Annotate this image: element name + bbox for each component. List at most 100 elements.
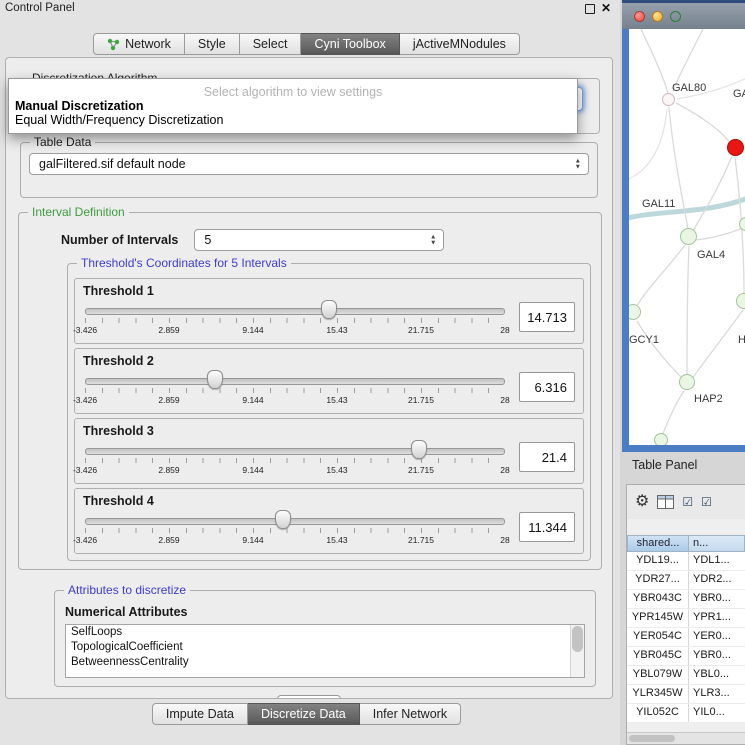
network-node[interactable]	[727, 139, 744, 156]
dropdown-option-equal-width-frequency[interactable]: Equal Width/Frequency Discretization	[9, 113, 577, 127]
tab-label: jActiveMNodules	[413, 34, 506, 55]
tick-label: 21.715	[408, 325, 434, 335]
threshold-1-panel: Threshold 1 -3.4262.8599.14415.4321.7152…	[74, 278, 584, 344]
tab-cyni-toolbox[interactable]: Cyni Toolbox	[301, 33, 399, 55]
tick-label: 2.859	[158, 395, 179, 405]
apply-button[interactable]: Apply	[277, 695, 341, 699]
tab-network[interactable]: Network	[93, 33, 185, 55]
threshold-3-value-input[interactable]	[519, 442, 575, 472]
tab-jactivemnodules[interactable]: jActiveMNodules	[400, 33, 520, 55]
table-row[interactable]: YER054CYER0...	[627, 628, 745, 647]
columns-icon[interactable]	[657, 495, 674, 509]
threshold-label: Threshold 3	[83, 424, 575, 438]
network-canvas[interactable]: GAL80GAGAL11GAL4GCY1HHAP2	[629, 29, 745, 445]
tick-label: -3.426	[73, 465, 97, 475]
group-title: Interval Definition	[28, 206, 129, 219]
network-node[interactable]	[736, 293, 745, 309]
slider-track[interactable]	[85, 378, 505, 385]
tab-select[interactable]: Select	[240, 33, 302, 55]
table-cell: YER0...	[689, 628, 745, 646]
number-of-intervals-row: Number of Intervals 5 ▲▼	[27, 229, 593, 251]
slider-thumb[interactable]	[275, 510, 291, 529]
tick-label: 15.43	[326, 395, 347, 405]
table-toolbar: ⚙ ☑ ☑	[627, 485, 745, 519]
scrollbar-thumb[interactable]	[572, 626, 583, 652]
control-panel-titlebar: Control Panel ✕	[0, 0, 618, 18]
tab-label: Cyni Toolbox	[314, 34, 385, 55]
close-icon[interactable]: ✕	[601, 1, 611, 15]
gear-icon[interactable]: ⚙	[635, 494, 649, 510]
threshold-2-slider[interactable]: -3.4262.8599.14415.4321.71528	[83, 369, 507, 409]
table-cell: YBL0...	[689, 666, 745, 684]
vertical-scrollbar[interactable]	[570, 625, 584, 677]
threshold-3-slider[interactable]: -3.4262.8599.14415.4321.71528	[83, 439, 507, 479]
network-node[interactable]	[680, 228, 697, 245]
minimize-traffic-light-icon[interactable]	[652, 11, 663, 22]
slider-track[interactable]	[85, 518, 505, 525]
slider-thumb[interactable]	[321, 300, 337, 319]
tab-impute-data[interactable]: Impute Data	[152, 703, 248, 725]
network-window-titlebar[interactable]	[622, 0, 745, 29]
tick-label: 9.144	[242, 535, 263, 545]
dropdown-placeholder: Select algorithm to view settings	[9, 85, 577, 99]
tick-label: -3.426	[73, 395, 97, 405]
threshold-4-slider[interactable]: -3.4262.8599.14415.4321.71528	[83, 509, 507, 549]
table-cell: YIL052C	[627, 704, 689, 722]
checkbox-icon[interactable]: ☑	[701, 496, 712, 508]
attribute-list-item[interactable]: SelfLoops	[66, 625, 584, 640]
table-row[interactable]: YPR145WYPR1...	[627, 609, 745, 628]
checkbox-icon[interactable]: ☑	[682, 496, 693, 508]
table-row[interactable]: YBL079WYBL0...	[627, 666, 745, 685]
tab-label: Select	[253, 34, 288, 55]
attribute-list-item[interactable]: TopologicalCoefficient	[66, 640, 584, 655]
column-header-name[interactable]: n...	[689, 535, 745, 552]
table-data-combobox[interactable]: galFiltered.sif default node ▲▼	[29, 153, 589, 175]
slider-thumb[interactable]	[411, 440, 427, 459]
tab-style[interactable]: Style	[185, 33, 240, 55]
float-window-icon[interactable]	[585, 4, 595, 14]
stepper-arrows-icon: ▲▼	[575, 159, 581, 170]
table-row[interactable]: YBR043CYBR0...	[627, 590, 745, 609]
table-row[interactable]: YBR045CYBR0...	[627, 647, 745, 666]
table-cell: YBL079W	[627, 666, 689, 684]
number-of-intervals-combobox[interactable]: 5 ▲▼	[194, 229, 444, 251]
table-row[interactable]: YDL19...YDL1...	[627, 552, 745, 571]
network-node[interactable]	[662, 93, 675, 106]
threshold-1-slider[interactable]: -3.4262.8599.14415.4321.71528	[83, 299, 507, 339]
column-header-shared-name[interactable]: shared...	[627, 535, 689, 552]
network-node[interactable]	[654, 433, 668, 445]
tick-label: 9.144	[242, 325, 263, 335]
close-traffic-light-icon[interactable]	[634, 11, 645, 22]
combobox-value: 5	[204, 233, 211, 247]
tab-discretize-data[interactable]: Discretize Data	[248, 703, 360, 725]
tab-label: Network	[125, 34, 171, 55]
slider-track[interactable]	[85, 448, 505, 455]
horizontal-scrollbar[interactable]	[627, 732, 745, 744]
tab-infer-network[interactable]: Infer Network	[360, 703, 461, 725]
table-cell: YBR0...	[689, 590, 745, 608]
cyni-bottom-tabs: Impute Data Discretize Data Infer Networ…	[0, 703, 613, 725]
zoom-traffic-light-icon[interactable]	[670, 11, 681, 22]
cyni-toolbox-panel: Discretization Algorithm Table Data galF…	[5, 57, 613, 699]
network-node-label: H	[738, 334, 745, 346]
slider-tick-labels: -3.4262.8599.14415.4321.71528	[85, 465, 505, 476]
table-row[interactable]: YIL052CYIL0...	[627, 704, 745, 723]
table-row[interactable]: YDR27...YDR2...	[627, 571, 745, 590]
slider-thumb[interactable]	[207, 370, 223, 389]
tick-label: 2.859	[158, 325, 179, 335]
threshold-4-value-input[interactable]	[519, 512, 575, 542]
slider-track[interactable]	[85, 308, 505, 315]
table-row[interactable]: YLR345WYLR3...	[627, 685, 745, 704]
attribute-list-item[interactable]: BetweennessCentrality	[66, 655, 584, 670]
tick-label: 9.144	[242, 465, 263, 475]
dropdown-option-manual-discretization[interactable]: Manual Discretization	[9, 99, 577, 113]
scrollbar-thumb[interactable]	[629, 735, 675, 742]
table-data-group: Table Data galFiltered.sif default node …	[20, 142, 598, 198]
threshold-1-value-input[interactable]	[519, 302, 575, 332]
network-node[interactable]	[679, 374, 695, 390]
table-cell: YDL19...	[627, 552, 689, 570]
group-title: Threshold's Coordinates for 5 Intervals	[77, 257, 291, 270]
tab-label: Discretize Data	[261, 704, 346, 725]
threshold-2-value-input[interactable]	[519, 372, 575, 402]
attributes-list[interactable]: SelfLoopsTopologicalCoefficientBetweenne…	[65, 624, 585, 678]
